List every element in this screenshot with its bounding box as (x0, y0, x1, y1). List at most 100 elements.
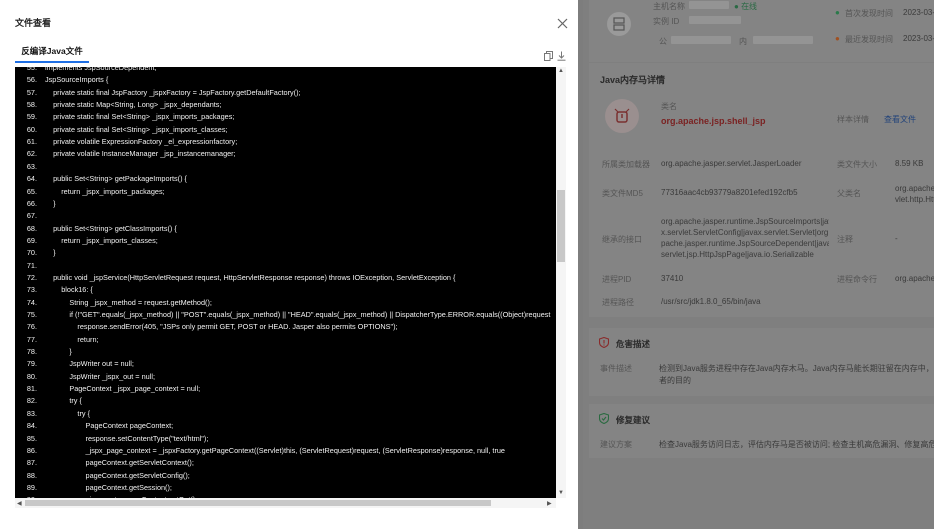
line-number: 87. (26, 458, 37, 468)
line-number: 82. (26, 396, 37, 406)
code-line: } (45, 347, 72, 357)
line-number: 64. (26, 174, 37, 184)
scroll-down-icon[interactable]: ▼ (558, 490, 564, 496)
code-line: private static final JspFactory _jspxFac… (45, 87, 301, 97)
code-line: try { (45, 396, 82, 406)
class-name-value: org.apache.jsp.shell_jsp (661, 116, 766, 126)
class-name-label: 类名 (661, 102, 677, 111)
line-number: 84. (26, 421, 37, 431)
code-line: JspWriter out = null; (45, 359, 134, 369)
line-number: 56. (26, 75, 37, 85)
code-line: } (45, 198, 56, 208)
code-line: if (!"GET".equals(_jspx_method) || "POST… (45, 310, 551, 319)
code-line: private volatile InstanceManager _jsp_in… (45, 149, 236, 159)
row-label: 继承的接口 (602, 235, 642, 244)
code-line: JspSourceImports { (45, 75, 109, 85)
host-card: 主机名称 ● 在线 实例 ID 公 内 ● 首次发现时间 2023-03- ● … (589, 0, 934, 62)
code-line: response.sendError(405, "JSPs only permi… (45, 322, 398, 332)
row-value: 77316aac4cb93779a8201efed192cfb5 (661, 188, 798, 197)
line-number: 75. (26, 310, 37, 319)
section-title: Java内存马详情 (600, 75, 666, 85)
private-ip-value (753, 36, 813, 44)
last-found-label: 最近发现时间 (845, 35, 893, 44)
scroll-left-icon[interactable]: ◀ (17, 500, 22, 507)
vertical-scroll-thumb[interactable] (557, 190, 565, 262)
instance-id-label: 实例 ID (653, 17, 680, 26)
row-value: 8.59 KB (895, 159, 924, 168)
host-name-value (689, 1, 729, 9)
row-label: 进程路径 (602, 298, 634, 307)
fix-label: 建议方案 (600, 440, 632, 449)
line-number: 89. (26, 482, 37, 492)
line-number: 69. (26, 235, 37, 245)
line-number: 57. (26, 87, 37, 97)
hazard-card: 危害描述 事件描述 检测到Java服务进程中存在Java内存木马。Java内存马… (589, 328, 934, 396)
line-number: 76. (26, 322, 37, 332)
public-ip-value (671, 36, 731, 44)
code-line: public Set<String> getPackageImports() { (45, 174, 187, 184)
row-value: org.apache. (895, 274, 934, 283)
horizontal-scrollbar[interactable]: ◀ ▶ (15, 498, 556, 508)
line-number: 81. (26, 384, 37, 394)
code-line: PageContext _jspx_page_context = null; (45, 384, 201, 394)
row-value: /usr/src/jdk1.8.0_65/bin/java (661, 297, 761, 306)
line-number: 61. (26, 137, 37, 147)
code-line: return _jspx_imports_packages; (45, 186, 165, 196)
hazard-label: 事件描述 (600, 364, 632, 373)
sample-detail-label: 样本详情 (837, 115, 869, 124)
code-line: return _jspx_imports_classes; (45, 235, 158, 245)
code-line: private static Map<String, Long> _jspx_d… (45, 100, 222, 110)
line-number: 60. (26, 124, 37, 134)
shield-alert-icon (598, 336, 610, 349)
code-line: } (45, 248, 56, 258)
server-icon (607, 12, 631, 36)
code-line: _jspx_page_context = _jspxFactory.getPag… (45, 445, 505, 455)
code-line: JspWriter _jspx_out = null; (45, 371, 155, 381)
status-text: 在线 (741, 2, 758, 11)
scroll-right-icon[interactable]: ▶ (547, 500, 552, 507)
scroll-up-icon[interactable]: ▲ (558, 68, 564, 74)
background-page: 主机名称 ● 在线 实例 ID 公 内 ● 首次发现时间 2023-03- ● … (583, 0, 934, 529)
private-ip-label: 内 (739, 37, 747, 46)
instance-id-value (689, 16, 741, 24)
fix-title: 修复建议 (616, 415, 651, 425)
view-file-link[interactable]: 查看文件 (884, 114, 916, 125)
line-number: 65. (26, 186, 37, 196)
copy-icon[interactable] (544, 48, 553, 61)
code-line: block16: { (45, 285, 93, 295)
tab-active-indicator (15, 61, 89, 63)
vertical-scrollbar[interactable]: ▲ ▼ (556, 67, 566, 498)
first-found-label: 首次发现时间 (845, 9, 893, 18)
row-value: org.apache.jasper.runtime.JspSourceImpor… (661, 217, 829, 259)
download-icon[interactable] (557, 48, 566, 61)
code-line: pageContext.getServletConfig(); (45, 470, 190, 480)
row-label: 注释 (837, 235, 853, 244)
code-line: private static final Set<String> _jspx_i… (45, 124, 228, 134)
row-label: 类文件大小 (837, 160, 877, 169)
code-line: response.setContentType("text/html"); (45, 433, 209, 443)
hazard-text: 检测到Java服务进程中存在Java内存木马。Java内存马能长期驻留在内存中，… (659, 364, 934, 385)
public-ip-label: 公 (659, 37, 667, 46)
line-number: 68. (26, 223, 37, 233)
tab-decompiled-java[interactable]: 反编译Java文件 (15, 45, 89, 61)
bug-icon (605, 99, 639, 133)
close-icon[interactable] (557, 16, 568, 29)
line-number: 80. (26, 371, 37, 381)
line-number: 59. (26, 112, 37, 122)
line-number: 86. (26, 445, 37, 455)
code-line: public Set<String> getClassImports() { (45, 223, 177, 233)
code-line: implements JspSourceDependent, (45, 67, 157, 72)
code-viewer[interactable]: 55. implements JspSourceDependent, 56. JspS… (15, 67, 556, 498)
hazard-title: 危害描述 (616, 339, 651, 349)
row-label: 父类名 (837, 189, 861, 198)
file-viewer-dialog: 文件查看 反编译Java文件 55. implements JspSourceDe… (0, 0, 578, 529)
row-value: - (895, 234, 898, 243)
code-line: private volatile ExpressionFactory _el_e… (45, 137, 238, 147)
dialog-title: 文件查看 (15, 18, 52, 28)
code-line: String _jspx_method = request.getMethod(… (45, 297, 212, 307)
last-found-value: 2023-03- (903, 34, 934, 43)
horizontal-scroll-thumb[interactable] (25, 500, 491, 506)
line-number: 67. (26, 211, 37, 221)
line-number: 83. (26, 408, 37, 418)
line-number: 73. (26, 285, 37, 295)
